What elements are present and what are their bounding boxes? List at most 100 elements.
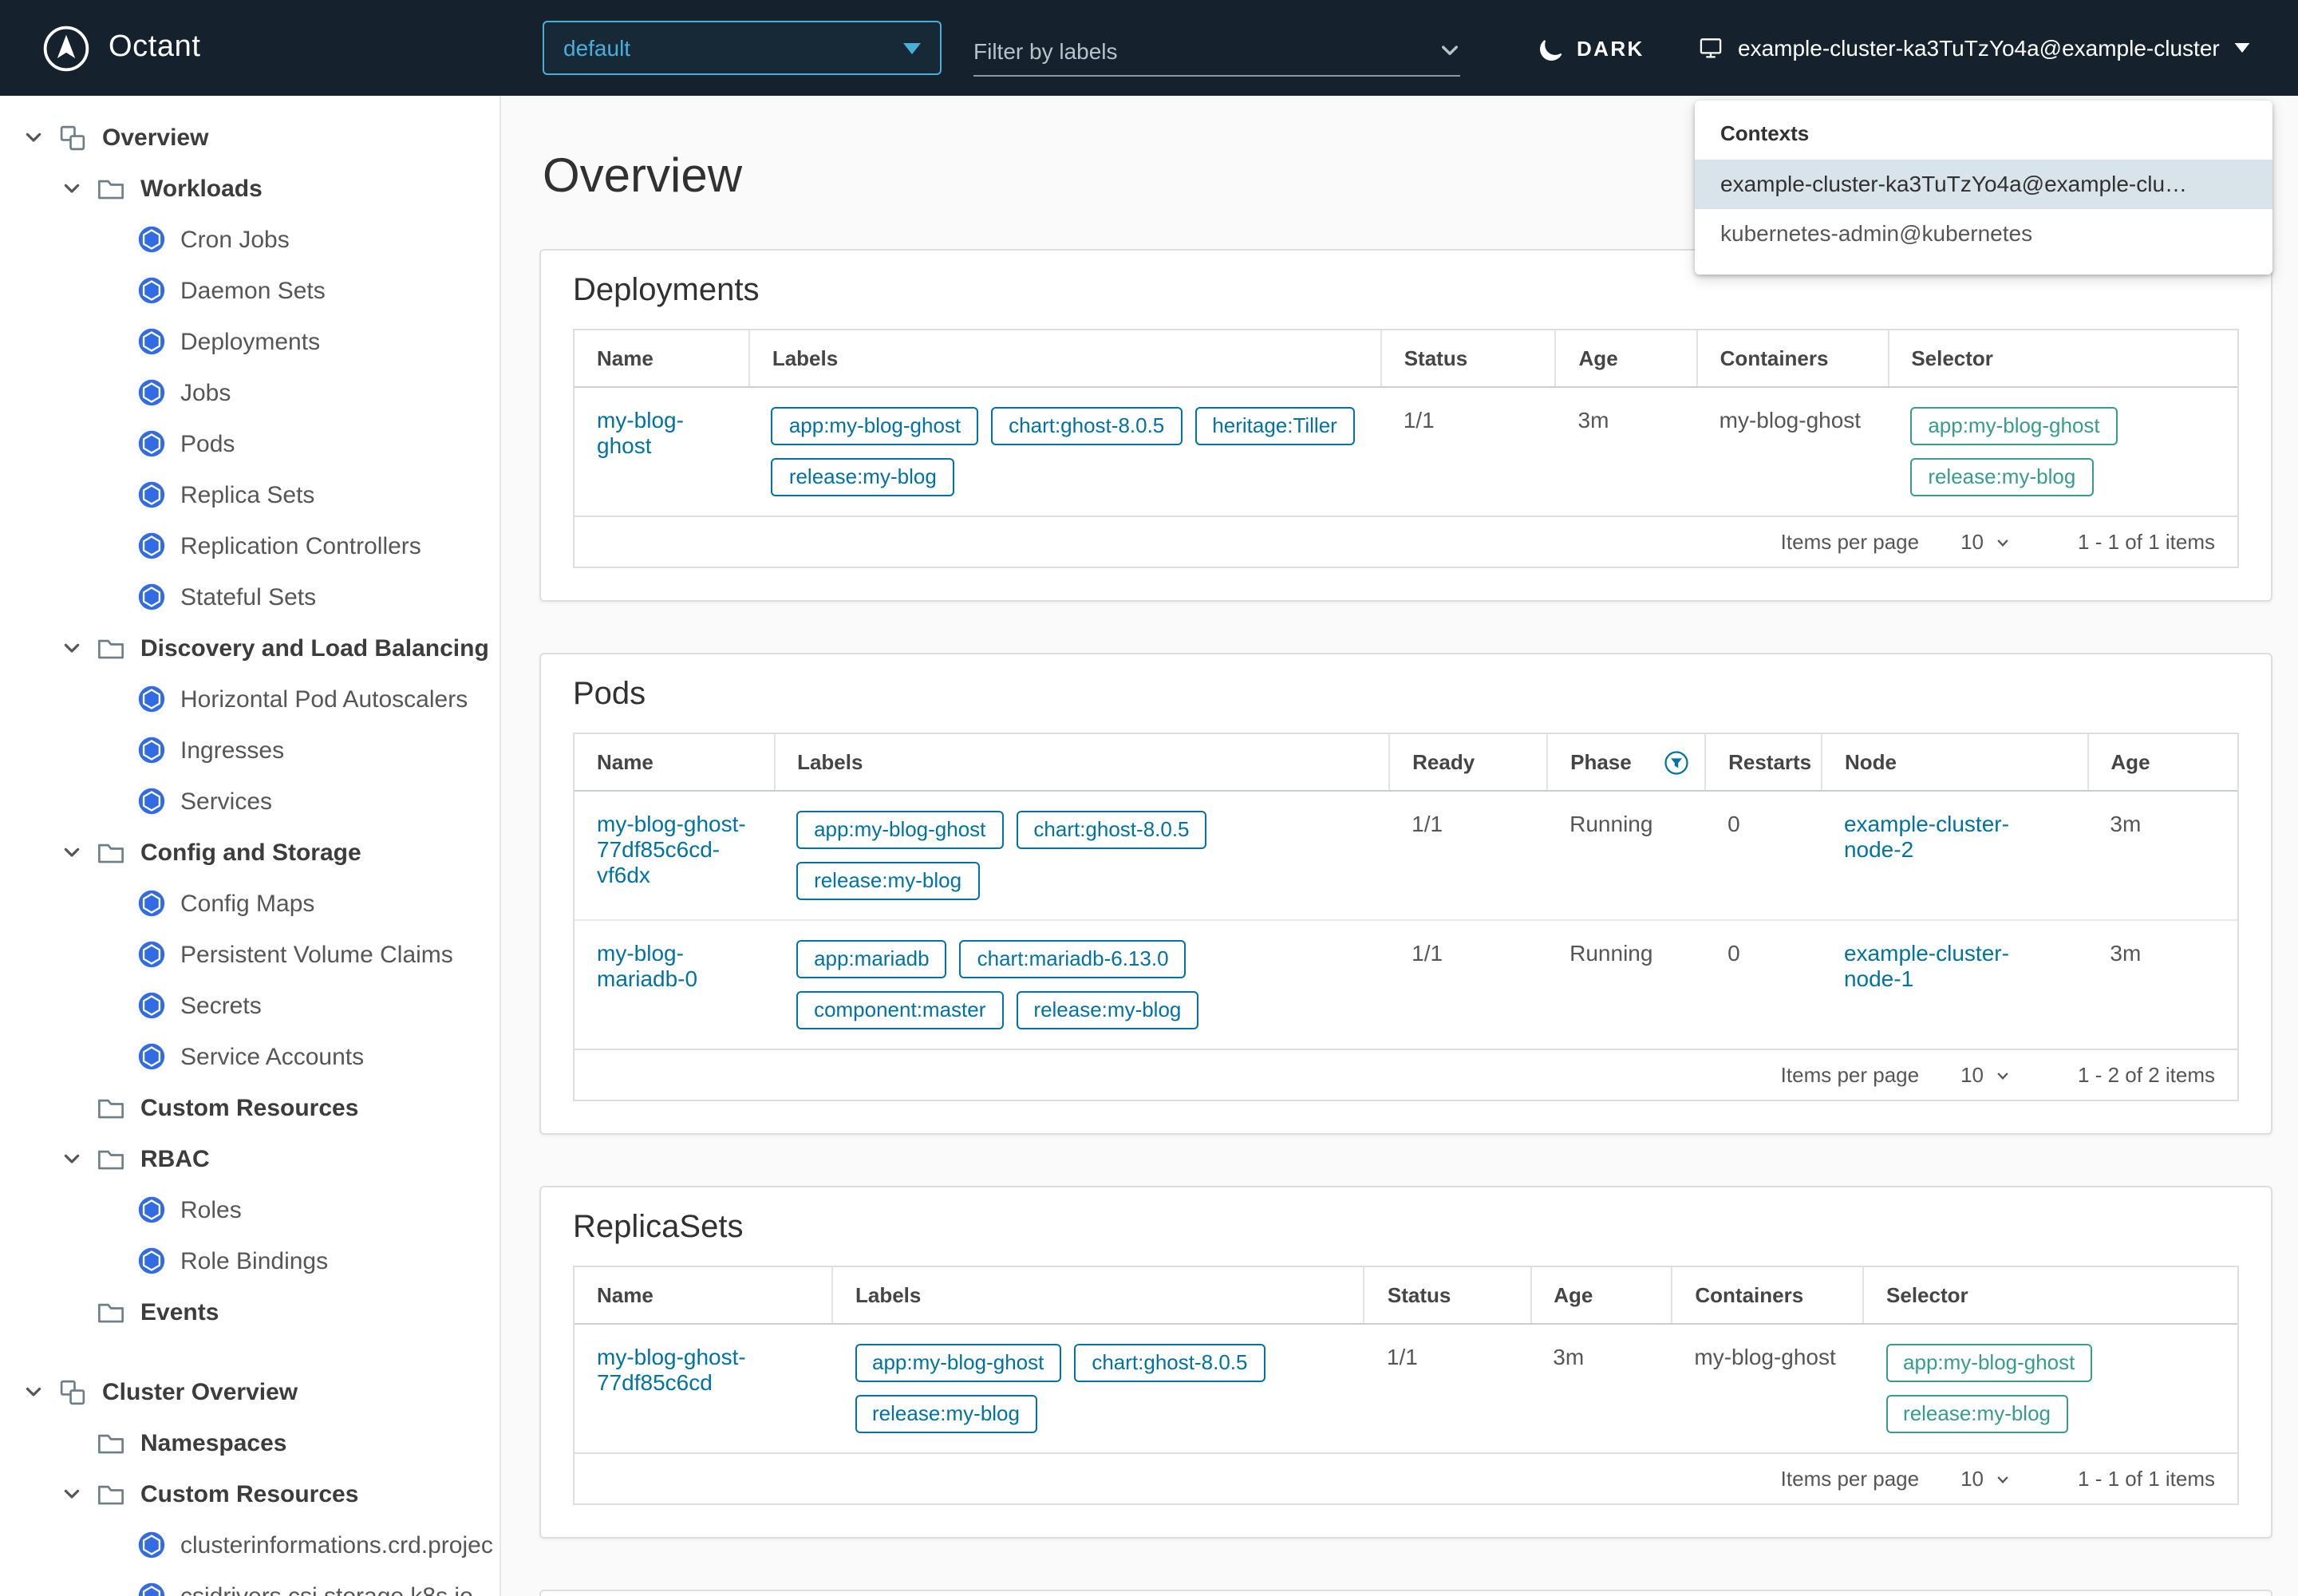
- sidebar-item-namespaces[interactable]: Namespaces: [0, 1417, 499, 1468]
- cell-link[interactable]: example-cluster-node-2: [1844, 811, 2009, 862]
- pagination-range: 1 - 2 of 2 items: [2078, 1063, 2215, 1087]
- table-cell: 1/1: [1389, 791, 1547, 920]
- column-header-name: Name: [574, 330, 749, 387]
- sidebar-item-replica-sets[interactable]: Replica Sets: [0, 469, 499, 520]
- chevron-down-icon[interactable]: [57, 179, 86, 198]
- folder-icon: [96, 633, 126, 663]
- table-cell: my-blog-ghost-77df85c6cd-vf6dx: [574, 791, 774, 920]
- context-selector[interactable]: example-cluster-ka3TuTzYo4a@example-clus…: [1698, 0, 2250, 96]
- selector-tag: release:my-blog: [1885, 1395, 2068, 1433]
- cell-link[interactable]: example-cluster-node-1: [1844, 940, 2009, 991]
- context-label: example-cluster-ka3TuTzYo4a@example-clus…: [1738, 35, 2220, 61]
- replication-controllers-icon: [137, 531, 166, 560]
- sidebar-item-role-bindings[interactable]: Role Bindings: [0, 1235, 499, 1286]
- sidebar-item-ingresses[interactable]: Ingresses: [0, 725, 499, 776]
- sidebar-item-service-accounts[interactable]: Service Accounts: [0, 1031, 499, 1082]
- chevron-down-icon[interactable]: [19, 1382, 48, 1401]
- cell-text: 0: [1727, 811, 1740, 836]
- sidebar-item-custom-resources[interactable]: Custom Resources: [0, 1082, 499, 1133]
- cell-link[interactable]: my-blog-ghost-77df85c6cd-vf6dx: [597, 811, 746, 887]
- octant-logo[interactable]: Octant: [41, 0, 201, 96]
- column-header-status: Status: [1381, 330, 1556, 387]
- sidebar-item-cluster-overview[interactable]: Cluster Overview: [0, 1366, 499, 1417]
- items-per-page-select[interactable]: 10: [1960, 1063, 2011, 1087]
- sidebar-item-clusterinformations-crd-projec[interactable]: clusterinformations.crd.projec: [0, 1519, 499, 1570]
- sidebar-item-cron-jobs[interactable]: Cron Jobs: [0, 214, 499, 265]
- column-header-ready: Ready: [1389, 734, 1547, 791]
- filter-icon[interactable]: [1664, 750, 1688, 774]
- sidebar-item-services[interactable]: Services: [0, 776, 499, 827]
- sidebar-item-label: Role Bindings: [180, 1247, 328, 1274]
- label-tag: release:my-blog: [1016, 991, 1198, 1029]
- table-cell: 3m: [1556, 387, 1697, 516]
- context-option-list: example-cluster-ka3TuTzYo4a@example-clu……: [1695, 160, 2272, 259]
- pagination-range: 1 - 1 of 1 items: [2078, 530, 2215, 554]
- sidebar-item-label: Replica Sets: [180, 481, 314, 508]
- column-header-status: Status: [1364, 1267, 1530, 1324]
- cell-link[interactable]: my-blog-mariadb-0: [597, 940, 697, 991]
- label-tag: chart:mariadb-6.13.0: [960, 940, 1187, 978]
- folder-icon: [96, 1092, 126, 1123]
- sidebar-item-label: Custom Resources: [140, 1094, 358, 1121]
- namespace-select[interactable]: default: [543, 21, 942, 75]
- sidebar-item-overview[interactable]: Overview: [0, 112, 499, 163]
- octant-logo-icon: [41, 23, 91, 73]
- pagination: Items per page101 - 1 of 1 items: [574, 516, 2237, 567]
- sidebar-item-stateful-sets[interactable]: Stateful Sets: [0, 571, 499, 622]
- sidebar: OverviewWorkloadsCron JobsDaemon Sets Dep…: [0, 96, 501, 1596]
- label-filter-input[interactable]: [973, 38, 1430, 63]
- chevron-down-icon[interactable]: [57, 1149, 86, 1168]
- chevron-down-icon[interactable]: [57, 843, 86, 862]
- sidebar-item-events[interactable]: Events: [0, 1286, 499, 1337]
- chevron-down-icon[interactable]: [19, 128, 48, 147]
- items-per-page-select[interactable]: 10: [1960, 530, 2011, 554]
- chevron-down-icon[interactable]: [57, 638, 86, 658]
- namespace-value: default: [563, 35, 630, 61]
- sidebar-item-label: Namespaces: [140, 1429, 286, 1456]
- chevron-down-icon[interactable]: [1439, 40, 1460, 61]
- overview-icon: [57, 122, 88, 152]
- sidebar-item-rbac[interactable]: RBAC: [0, 1133, 499, 1184]
- sidebar-item-pods[interactable]: Pods: [0, 418, 499, 469]
- sidebar-item-jobs[interactable]: Jobs: [0, 367, 499, 418]
- selector-tag: app:my-blog-ghost: [1910, 407, 2117, 445]
- table-cell: Running: [1547, 791, 1705, 920]
- table-cell: app:my-blog-ghostrelease:my-blog: [1863, 1324, 2237, 1452]
- pvc-icon: [137, 940, 166, 969]
- sidebar-item-custom-resources[interactable]: Custom Resources: [0, 1468, 499, 1519]
- context-option[interactable]: kubernetes-admin@kubernetes: [1695, 209, 2272, 259]
- label-tag: app:my-blog-ghost: [855, 1344, 1061, 1382]
- items-per-page-select[interactable]: 10: [1960, 1467, 2011, 1491]
- column-label: Phase: [1570, 750, 1632, 774]
- sidebar-item-secrets[interactable]: Secrets: [0, 980, 499, 1031]
- sidebar-item-csidrivers-csi-storage-k8s-io[interactable]: csidrivers.csi.storage.k8s.io: [0, 1570, 499, 1596]
- sidebar-item-roles[interactable]: Roles: [0, 1184, 499, 1235]
- column-label: Containers: [1720, 346, 1829, 370]
- chevron-down-icon: [2234, 43, 2250, 53]
- label-tag-group: app:mariadbchart:mariadb-6.13.0component…: [796, 940, 1367, 1029]
- column-label: Labels: [855, 1283, 921, 1307]
- sidebar-item-deployments[interactable]: Deployments: [0, 316, 499, 367]
- chevron-down-icon[interactable]: [57, 1484, 86, 1503]
- sidebar-item-config-and-storage[interactable]: Config and Storage: [0, 827, 499, 878]
- cell-link[interactable]: my-blog-ghost: [597, 407, 684, 458]
- sidebar-item-horizontal-pod-autoscalers[interactable]: Horizontal Pod Autoscalers: [0, 674, 499, 725]
- context-option[interactable]: example-cluster-ka3TuTzYo4a@example-clu…: [1695, 160, 2272, 209]
- sidebar-item-persistent-volume-claims[interactable]: Persistent Volume Claims: [0, 929, 499, 980]
- selector-tag-group: app:my-blog-ghostrelease:my-blog: [1885, 1344, 2215, 1433]
- cell-link[interactable]: my-blog-ghost-77df85c6cd: [597, 1344, 746, 1395]
- table-cell: Running: [1547, 920, 1705, 1049]
- sidebar-item-discovery-and-load-balancing[interactable]: Discovery and Load Balancing: [0, 622, 499, 674]
- theme-toggle[interactable]: DARK: [1537, 0, 1645, 96]
- sidebar-item-daemon-sets[interactable]: Daemon Sets: [0, 265, 499, 316]
- label-tag: release:my-blog: [796, 862, 979, 900]
- table-cell: 1/1: [1389, 920, 1547, 1049]
- table-cell: my-blog-mariadb-0: [574, 920, 774, 1049]
- sidebar-item-workloads[interactable]: Workloads: [0, 163, 499, 214]
- sidebar-item-replication-controllers[interactable]: Replication Controllers: [0, 520, 499, 571]
- sidebar-item-label: Deployments: [180, 328, 320, 355]
- chevron-down-icon: [903, 42, 921, 53]
- sidebar-item-config-maps[interactable]: Config Maps: [0, 878, 499, 929]
- sidebar-item-label: Events: [140, 1298, 219, 1325]
- column-label: Containers: [1695, 1283, 1803, 1307]
